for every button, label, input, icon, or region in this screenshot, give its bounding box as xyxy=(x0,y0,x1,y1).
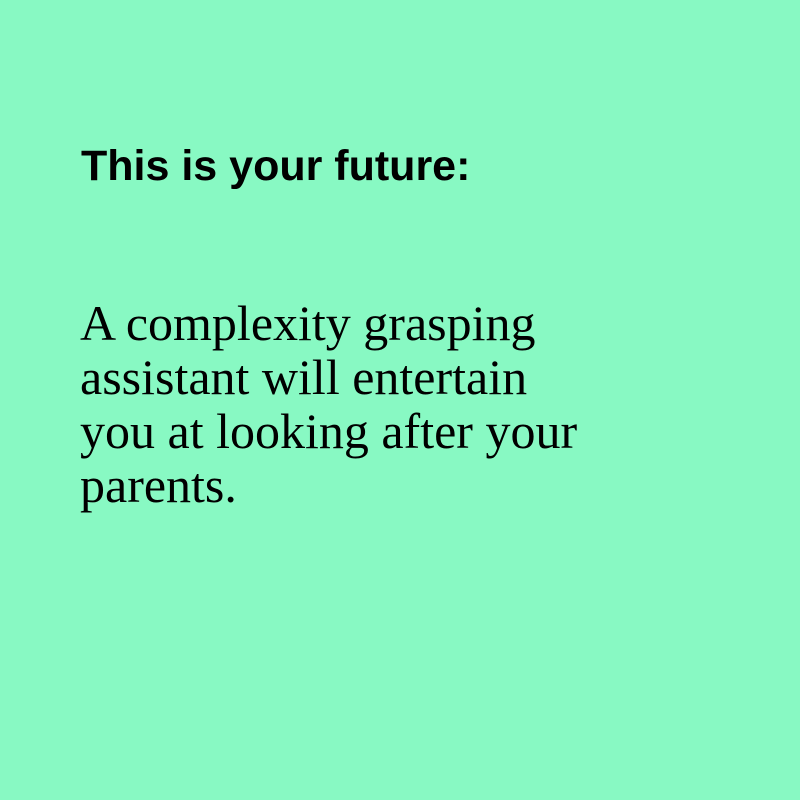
body-line: A complexity grasping xyxy=(80,295,536,351)
card-body-text: A complexity grasping assistant will ent… xyxy=(80,296,720,512)
body-line: you at looking after your xyxy=(80,403,578,459)
quote-card: This is your future: A complexity graspi… xyxy=(0,0,800,800)
card-heading: This is your future: xyxy=(81,142,471,190)
body-line: assistant will entertain xyxy=(80,349,528,405)
body-line: parents. xyxy=(80,457,237,513)
